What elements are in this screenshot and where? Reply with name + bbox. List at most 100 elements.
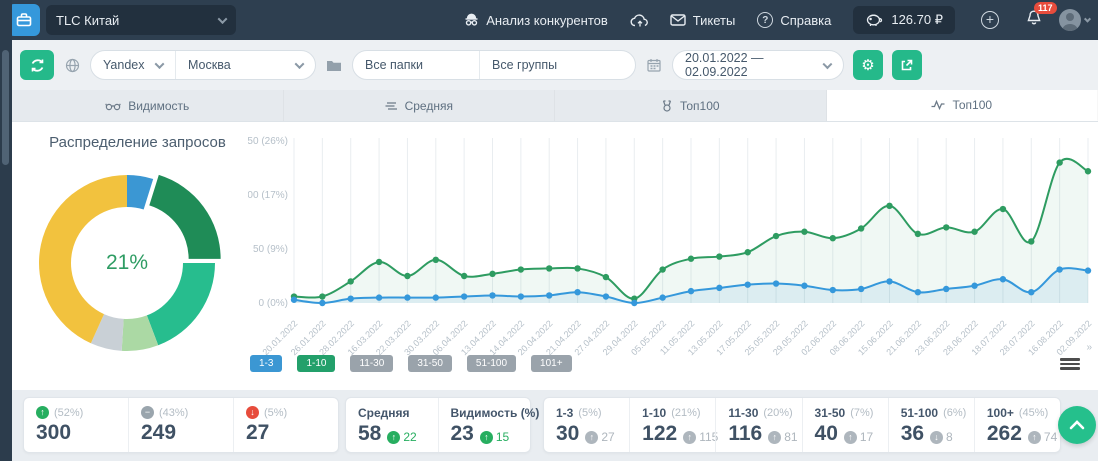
legend-button-11-30[interactable]: 11-30 [350,355,393,372]
stat-cell[interactable]: ↓(5%)27 [233,398,338,452]
chart-point[interactable]: 30.03.2022 — 1-3: 5 [433,294,439,300]
avatar-chevron-icon[interactable] [1084,15,1091,22]
cloud-sync-icon[interactable] [630,13,650,28]
chart-point[interactable]: 21.06.2022 — 1-3: 10 [915,289,921,295]
chart-point[interactable]: 29.05.2022 — 1-10: 66 [801,229,807,235]
tab-top100-summary[interactable]: Топ100 [555,90,827,121]
chart-point[interactable]: 28.02.2022 — 1-3: 4 [348,295,354,301]
stat-cell[interactable]: ↑(52%)300 [24,398,128,452]
chart-point[interactable]: 30.03.2022 — 1-10: 40 [433,257,439,263]
folders-filter[interactable]: Все папки [353,51,479,79]
chart-point[interactable]: 14.04.2022 — 1-10: 31 [518,266,524,272]
chart-point[interactable]: 28.06.2022 — 1-10: 66 [971,229,977,235]
refresh-button[interactable] [20,50,54,80]
chart-point[interactable]: 22.03.2022 — 1-3: 5 [404,294,410,300]
legend-button-31-50[interactable]: 31-50 [408,355,452,372]
legend-button-1-3[interactable]: 1-3 [250,355,282,372]
chart-point[interactable]: 16.03.2022 — 1-10: 38 [376,259,382,265]
project-selector[interactable]: TLC Китай [46,5,236,35]
chart-point[interactable]: 13.04.2022 — 1-3: 7 [489,292,495,298]
nav-tickets[interactable]: Тикеты [670,13,736,28]
chart-point[interactable]: 21.04.2022 — 1-10: 32 [574,265,580,271]
chart-point[interactable]: 28.07.2022 — 1-10: 57 [1028,238,1034,244]
chart-menu-button[interactable] [1060,358,1080,372]
chart-point[interactable]: 06.04.2022 — 1-3: 6 [461,293,467,299]
donut-slice-1-3[interactable]: 1-3: 5% [127,175,153,210]
tab-visibility[interactable]: Видимость [12,90,284,121]
chart-point[interactable]: 11.05.2022 — 1-3: 11 [688,288,694,294]
query-distribution-donut[interactable]: 1-3: 5%1-10: 21%11-30: 20%31-50: 7%51-10… [32,168,222,358]
tab-average[interactable]: Средняя [284,90,556,121]
legend-button-51-100[interactable]: 51-100 [467,355,516,372]
chart-point[interactable]: 20.04.2022 — 1-3: 7 [546,292,552,298]
chart-point[interactable]: 29.05.2022 — 1-3: 16 [801,283,807,289]
chart-point[interactable]: 17.05.2022 — 1-3: 17 [745,281,751,287]
stat-cell[interactable]: −(43%)249 [128,398,233,452]
chart-point[interactable]: 28.02.2022 — 1-10: 20 [348,278,354,284]
chart-point[interactable]: 25.05.2022 — 1-10: 62 [773,233,779,239]
chart-point[interactable]: 20.04.2022 — 1-10: 32 [546,265,552,271]
legend-button-101+[interactable]: 101+ [531,355,572,372]
stat-cell-1-10[interactable]: 1-10(21%)122↑115 [629,398,715,452]
add-button[interactable]: + [981,11,999,29]
donut-slice-11-30[interactable]: 11-30: 20% [147,263,215,345]
chart-point[interactable]: 16.08.2022 — 1-10: 130 [1056,159,1062,165]
stat-cell-51-100[interactable]: 51-100(6%)36↓8 [888,398,974,452]
chart-point[interactable]: 18.07.2022 — 1-10: 87 [1000,206,1006,212]
donut-slice-1-10[interactable]: 1-10: 21% [149,175,220,259]
chart-point[interactable]: 17.05.2022 — 1-10: 47 [745,249,751,255]
chart-point[interactable]: 05.05.2022 — 1-10: 31 [659,266,665,272]
chart-point[interactable]: 23.06.2022 — 1-3: 13 [943,286,949,292]
legend-button-1-10[interactable]: 1-10 [297,355,335,372]
briefcase-logo-icon[interactable] [8,4,40,36]
chart-point[interactable]: 14.04.2022 — 1-3: 6 [518,293,524,299]
chart-point[interactable]: 28.06.2022 — 1-3: 16 [971,283,977,289]
chart-point[interactable]: 23.06.2022 — 1-10: 70 [943,224,949,230]
chart-point[interactable]: 02.09.2022 — 1-10: 122 [1085,168,1091,174]
chart-point[interactable]: 13.05.2022 — 1-10: 43 [716,253,722,259]
chart-point[interactable]: 15.06.2022 — 1-3: 20 [886,278,892,284]
stat-cell-Средняя[interactable]: Средняя58↑22 [346,398,438,452]
notifications-button[interactable]: 117 [1025,9,1043,32]
positions-line-chart[interactable]: 0 (0%)50 (9%)100 (17%)150 (26%)20.01.202… [248,128,1096,356]
chart-point[interactable]: 21.04.2022 — 1-3: 10 [574,289,580,295]
chart-point[interactable]: 20.01.2022 — 1-3: 3 [291,297,297,303]
chart-point[interactable]: 26.01.2022 — 1-10: 6 [319,293,325,299]
chart-point[interactable]: 13.05.2022 — 1-3: 14 [716,285,722,291]
chart-point[interactable]: 13.04.2022 — 1-10: 27 [489,271,495,277]
region-select[interactable]: Москва [175,51,315,79]
avatar[interactable] [1059,9,1081,31]
chart-point[interactable]: 08.06.2022 — 1-3: 13 [858,286,864,292]
stat-cell-100+[interactable]: 100+(45%)262↑74 [974,398,1060,452]
stat-cell-1-3[interactable]: 1-3(5%)30↑27 [544,398,629,452]
chart-point[interactable]: 11.05.2022 — 1-10: 41 [688,256,694,262]
nav-competitors[interactable]: Анализ конкурентов [464,13,608,28]
scrollbar-thumb[interactable] [2,50,9,165]
balance-indicator[interactable]: 126.70 ₽ [853,6,955,34]
chart-point[interactable]: 28.07.2022 — 1-3: 10 [1028,289,1034,295]
chart-point[interactable]: 08.06.2022 — 1-10: 69 [858,225,864,231]
settings-button[interactable]: ⚙ [853,50,883,80]
chart-point[interactable]: 27.04.2022 — 1-10: 24 [603,274,609,280]
stat-cell-Видимость (%)[interactable]: Видимость (%)⚠23↑15 [438,398,531,452]
chart-point[interactable]: 16.03.2022 — 1-3: 5 [376,294,382,300]
date-range-select[interactable]: 20.01.2022 — 02.09.2022 [672,50,844,80]
chart-point[interactable]: 22.03.2022 — 1-10: 25 [404,273,410,279]
chart-point[interactable]: 16.08.2022 — 1-3: 31 [1056,266,1062,272]
search-engine-select[interactable]: Yandex [91,51,175,79]
groups-filter[interactable]: Все группы [479,51,635,79]
chart-point[interactable]: 02.06.2022 — 1-10: 60 [830,235,836,241]
chart-point[interactable]: 21.06.2022 — 1-10: 64 [915,231,921,237]
nav-help[interactable]: ? Справка [757,12,831,28]
stat-cell-31-50[interactable]: 31-50(7%)40↑17 [802,398,888,452]
chart-point[interactable]: 26.01.2022 — 1-3: 0 [319,300,325,306]
stat-cell-11-30[interactable]: 11-30(20%)116↑81 [715,398,801,452]
chart-point[interactable]: 18.07.2022 — 1-3: 22 [1000,276,1006,282]
chart-point[interactable]: 05.05.2022 — 1-3: 5 [659,294,665,300]
scroll-top-button[interactable] [1058,406,1096,444]
tab-top100-chart[interactable]: Топ100 [827,90,1098,121]
chart-point[interactable]: 02.06.2022 — 1-3: 12 [830,287,836,293]
chart-point[interactable]: 29.04.2022 — 1-3: 0 [631,300,637,306]
chart-point[interactable]: 15.06.2022 — 1-10: 90 [886,203,892,209]
chart-point[interactable]: 25.05.2022 — 1-3: 18 [773,280,779,286]
